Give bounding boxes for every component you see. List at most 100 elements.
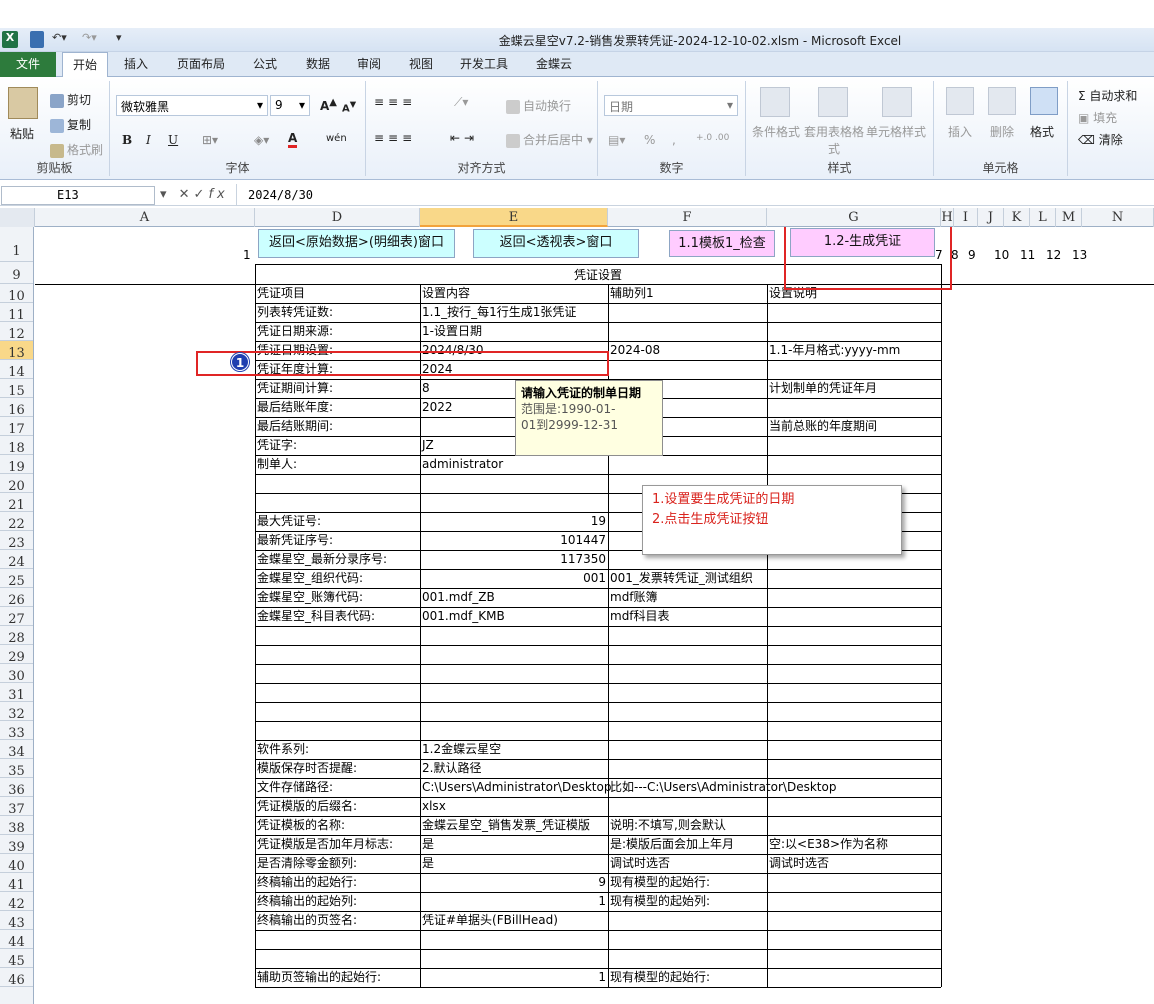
paste-button[interactable]: 粘贴: [10, 125, 34, 142]
name-box[interactable]: E13: [1, 186, 155, 205]
formula-input[interactable]: 2024/8/30: [236, 184, 1154, 206]
font-color-icon[interactable]: A: [288, 131, 298, 148]
table-cell[interactable]: 列表转凭证数:: [255, 303, 420, 322]
table-cell[interactable]: 现有模型的起始列:: [608, 892, 767, 911]
fill-color-icon[interactable]: ◈▾: [254, 133, 269, 147]
row-header[interactable]: 26: [0, 588, 33, 608]
paste-icon[interactable]: [8, 87, 38, 119]
shrink-font-icon[interactable]: A▼: [342, 99, 356, 114]
table-cell[interactable]: 最后结账期间:: [255, 417, 420, 436]
table-cell[interactable]: 金蝶星空_账簿代码:: [255, 588, 420, 607]
table-cell[interactable]: 辅助页签输出的起始行:: [255, 968, 420, 987]
row-header[interactable]: 28: [0, 626, 33, 646]
tab-file[interactable]: 文件: [0, 52, 56, 77]
table-cell[interactable]: mdf账簿: [608, 588, 767, 607]
table-cell[interactable]: 金蝶星空_组织代码:: [255, 569, 420, 588]
delete-cells-icon[interactable]: [988, 87, 1016, 115]
copy-button[interactable]: 复制: [50, 116, 91, 133]
indent-icons[interactable]: ⇤⇥: [450, 131, 478, 145]
border-icon[interactable]: ⊞▾: [202, 133, 218, 147]
row-header[interactable]: 16: [0, 398, 33, 418]
column-header-m[interactable]: M: [1056, 208, 1082, 227]
row-header[interactable]: 43: [0, 911, 33, 931]
table-cell[interactable]: 是: [420, 854, 608, 873]
table-cell[interactable]: 制单人:: [255, 455, 420, 474]
table-cell[interactable]: 1.2金蝶云星空: [420, 740, 608, 759]
row-header[interactable]: 25: [0, 569, 33, 589]
back-to-raw-data-button[interactable]: 返回<原始数据>(明细表)窗口: [258, 229, 455, 258]
font-size-select[interactable]: 9 ▾: [270, 95, 310, 116]
row-header[interactable]: 31: [0, 683, 33, 703]
table-cell[interactable]: 最大凭证号:: [255, 512, 420, 531]
table-cell[interactable]: 凭证#单据头(FBillHead): [420, 911, 608, 930]
conditional-format-icon[interactable]: [760, 87, 790, 117]
column-header-i[interactable]: I: [954, 208, 978, 227]
table-cell[interactable]: 2.默认路径: [420, 759, 608, 778]
fx-icon[interactable]: fx: [208, 187, 228, 202]
row-header[interactable]: 34: [0, 740, 33, 760]
table-cell[interactable]: 终稿输出的起始行:: [255, 873, 420, 892]
percent-button[interactable]: %: [644, 133, 655, 147]
column-header-j[interactable]: J: [978, 208, 1004, 227]
table-cell[interactable]: 调试时选否: [608, 854, 767, 873]
table-cell[interactable]: 2024-08: [608, 341, 767, 360]
grow-font-icon[interactable]: A▲: [320, 97, 337, 113]
italic-button[interactable]: I: [146, 133, 151, 147]
row-header[interactable]: 29: [0, 645, 33, 665]
table-cell[interactable]: administrator: [420, 455, 608, 474]
row-header[interactable]: 14: [0, 360, 33, 380]
clear-button[interactable]: ⌫ 清除: [1078, 131, 1123, 148]
column-header-g[interactable]: G: [767, 208, 941, 227]
table-cell[interactable]: mdf科目表: [608, 607, 767, 626]
column-header-l[interactable]: L: [1030, 208, 1056, 227]
table-cell[interactable]: 终稿输出的起始列:: [255, 892, 420, 911]
delete-cells-button[interactable]: 删除: [990, 123, 1014, 140]
row-header[interactable]: 36: [0, 778, 33, 798]
tab-review[interactable]: 审阅: [347, 52, 391, 77]
cell-styles-icon[interactable]: [882, 87, 912, 117]
row-header[interactable]: 15: [0, 379, 33, 399]
insert-cells-button[interactable]: 插入: [948, 123, 972, 140]
table-cell[interactable]: 现有模型的起始行:: [608, 873, 767, 892]
row-header[interactable]: 41: [0, 873, 33, 893]
row-header[interactable]: 13: [0, 341, 33, 361]
row-header[interactable]: 10: [0, 284, 33, 304]
column-header-k[interactable]: K: [1004, 208, 1030, 227]
conditional-format-button[interactable]: 条件格式: [752, 123, 800, 140]
row-header[interactable]: 21: [0, 493, 33, 513]
table-cell[interactable]: C:\Users\Administrator\Desktop: [420, 778, 611, 797]
underline-button[interactable]: U: [168, 133, 178, 147]
phonetic-button[interactable]: wén: [326, 133, 347, 144]
table-cell[interactable]: 1: [420, 968, 608, 987]
worksheet-grid[interactable]: 1 7 8 9 10 11 12 13 返回<原始数据>(明细表)窗口 返回<透…: [35, 227, 1154, 1004]
bold-button[interactable]: B: [122, 133, 132, 147]
row-header[interactable]: 46: [0, 968, 33, 988]
number-format-select[interactable]: 日期 ▾: [604, 95, 738, 116]
row-header[interactable]: 35: [0, 759, 33, 779]
table-cell[interactable]: 1: [420, 892, 608, 911]
table-cell[interactable]: 金蝶云星空_销售发票_凭证模版: [420, 816, 608, 835]
row-header[interactable]: 19: [0, 455, 33, 475]
font-name-select[interactable]: 微软雅黑 ▾: [116, 95, 268, 116]
tab-data[interactable]: 数据: [296, 52, 340, 77]
row-header[interactable]: 42: [0, 892, 33, 912]
table-cell[interactable]: 金蝶星空_科目表代码:: [255, 607, 420, 626]
table-format-button[interactable]: 套用表格格式: [804, 123, 864, 157]
table-cell[interactable]: 1.1-年月格式:yyyy-mm: [767, 341, 941, 360]
row-header[interactable]: 11: [0, 303, 33, 323]
column-header-e[interactable]: E: [420, 208, 608, 227]
row-header[interactable]: 18: [0, 436, 33, 456]
row-header[interactable]: 12: [0, 322, 33, 342]
insert-cells-icon[interactable]: [946, 87, 974, 115]
table-cell[interactable]: 比如---C:\Users\Administrator\Desktop: [608, 778, 836, 797]
table-cell[interactable]: 是:模版后面会加上年月: [608, 835, 767, 854]
table-cell[interactable]: 001.mdf_ZB: [420, 588, 608, 607]
table-cell[interactable]: 001: [420, 569, 608, 588]
table-cell[interactable]: 1-设置日期: [420, 322, 608, 341]
autosum-button[interactable]: Σ 自动求和: [1078, 87, 1137, 104]
table-cell[interactable]: 是否清除零金额列:: [255, 854, 420, 873]
decimal-icons[interactable]: +.0 .00: [696, 133, 729, 143]
table-cell[interactable]: 凭证日期来源:: [255, 322, 420, 341]
tab-kingdee[interactable]: 金蝶云: [526, 52, 582, 77]
template-check-button[interactable]: 1.1模板1_检查: [669, 230, 775, 257]
